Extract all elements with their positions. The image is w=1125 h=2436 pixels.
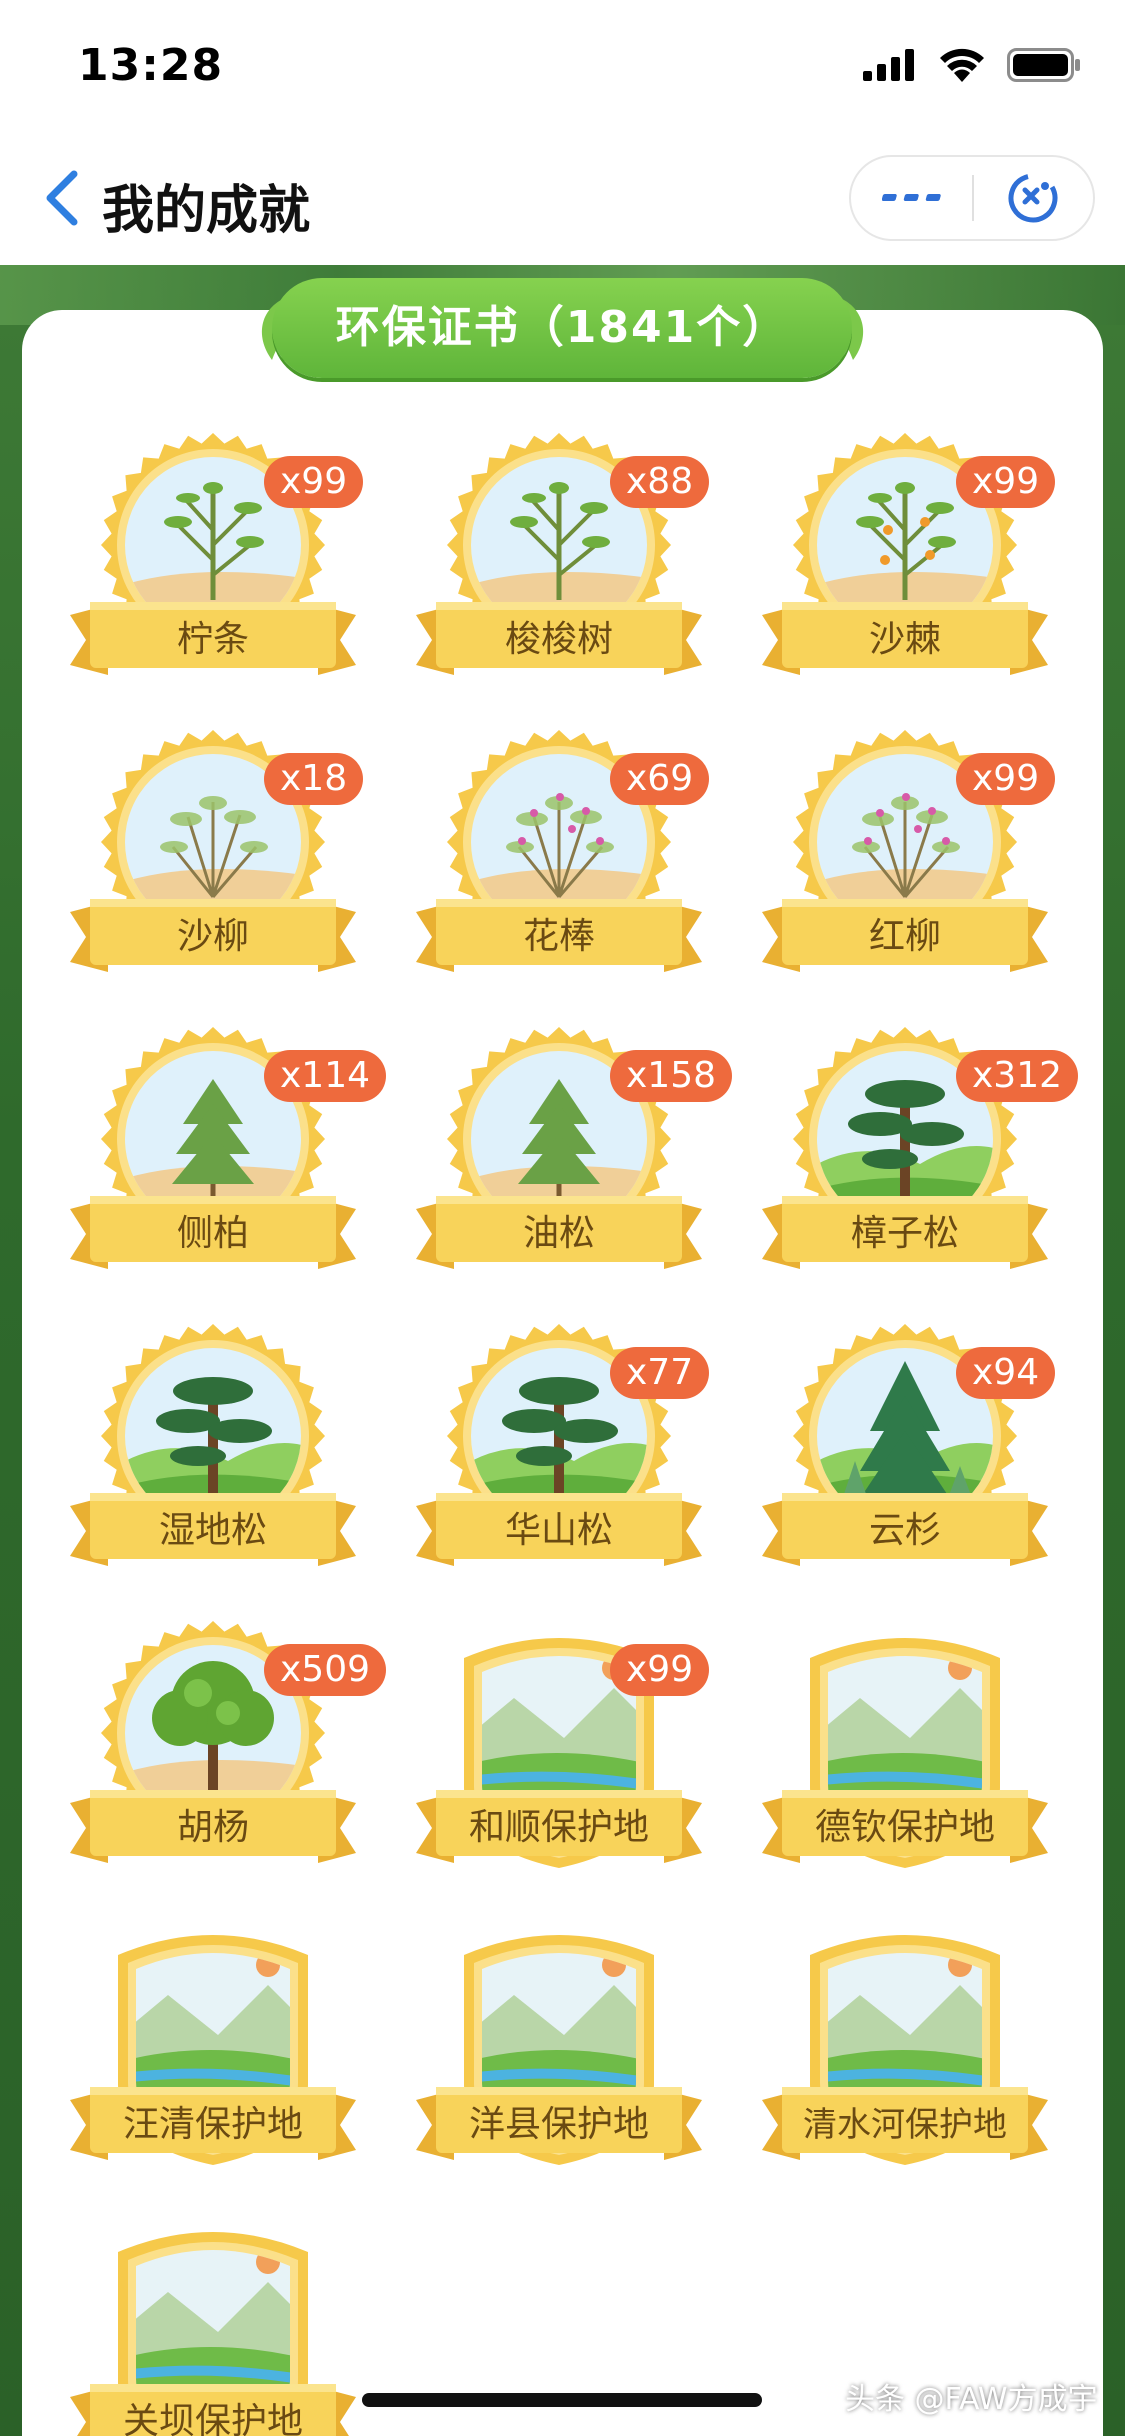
achievement-badge[interactable]: 云杉 x94 (760, 1321, 1056, 1581)
badge-name: 洋县保护地 (468, 2104, 649, 2145)
nav-bar: 我的成就 (0, 130, 1125, 265)
badge-name: 沙柳 (176, 916, 249, 957)
watermark: 头条 @FAW方成宇 (845, 2382, 1098, 2417)
achievement-badge[interactable]: 关坝保护地 (68, 2212, 358, 2436)
badge-name: 清水河保护地 (803, 2105, 1007, 2145)
back-arrow-icon[interactable] (38, 168, 88, 228)
achievement-badge[interactable]: 湿地松 (68, 1321, 358, 1581)
cellular-signal-icon (863, 49, 914, 81)
achievement-badge[interactable]: 油松 x158 (414, 1024, 733, 1284)
achievement-badge[interactable]: 梭梭树 x88 (414, 430, 710, 690)
badge-name: 和顺保护地 (468, 1807, 649, 1848)
banner-title: 环保证书（1841个） (335, 302, 789, 353)
achievement-badge[interactable]: 沙棘 x99 (760, 430, 1056, 690)
badge-count: x99 (956, 456, 1056, 508)
badge-name: 云杉 (868, 1510, 941, 1551)
badge-name: 油松 (522, 1213, 595, 1254)
badge-count: x312 (956, 1050, 1079, 1102)
badge-count: x99 (610, 1644, 710, 1696)
home-indicator (362, 2393, 762, 2407)
badge-count: x18 (264, 753, 364, 805)
achievement-badge[interactable]: 樟子松 x312 (760, 1024, 1079, 1284)
badge-name: 柠条 (176, 619, 249, 660)
badge-name: 花棒 (522, 916, 595, 957)
certificate-banner: 环保证书（1841个） (250, 278, 875, 378)
wifi-icon (940, 48, 984, 82)
badge-count: x99 (264, 456, 364, 508)
more-dots-icon (881, 194, 941, 201)
badge-name: 湿地松 (158, 1510, 267, 1551)
badge-count: x509 (264, 1644, 387, 1696)
achievement-badge[interactable]: 红柳 x99 (760, 727, 1056, 987)
achievement-badge[interactable]: 洋县保护地 (414, 1915, 704, 2175)
achievement-badge[interactable]: 胡杨 x509 (68, 1618, 387, 1878)
badge-name: 樟子松 (850, 1213, 959, 1254)
achievement-badge[interactable]: 侧柏 x114 (68, 1024, 387, 1284)
badge-name: 胡杨 (176, 1807, 249, 1848)
badge-count: x94 (956, 1347, 1056, 1399)
status-time: 13:28 (78, 40, 224, 91)
achievement-badge[interactable]: 柠条 x99 (68, 430, 364, 690)
status-icons (863, 48, 1081, 82)
close-target-icon (1008, 173, 1058, 223)
badge-count: x77 (610, 1347, 710, 1399)
badge-name: 侧柏 (176, 1213, 249, 1254)
status-bar: 13:28 (0, 0, 1125, 130)
page-title: 我的成就 (102, 181, 311, 241)
badge-name: 德钦保护地 (814, 1807, 995, 1848)
more-button[interactable] (851, 157, 972, 239)
badge-name: 关坝保护地 (122, 2401, 303, 2436)
achievement-badge[interactable]: 德钦保护地 (760, 1618, 1050, 1878)
achievement-badge[interactable]: 沙柳 x18 (68, 727, 364, 987)
achievement-badge[interactable]: 清水河保护地 (760, 1915, 1050, 2175)
achievement-badge[interactable]: 华山松 x77 (414, 1321, 710, 1581)
badge-count: x158 (610, 1050, 733, 1102)
mini-program-capsule (849, 155, 1095, 241)
badge-count: x114 (264, 1050, 387, 1102)
close-miniprogram-button[interactable] (974, 157, 1093, 239)
badge-name: 红柳 (868, 916, 941, 957)
achievement-badge[interactable]: 汪清保护地 (68, 1915, 358, 2175)
badge-name: 华山松 (504, 1510, 613, 1551)
badge-name: 汪清保护地 (122, 2104, 303, 2145)
badge-count: x69 (610, 753, 710, 805)
badge-count: x99 (956, 753, 1056, 805)
badge-name: 沙棘 (868, 619, 941, 660)
badge-count: x88 (610, 456, 710, 508)
battery-icon (1007, 48, 1080, 82)
badge-name: 梭梭树 (504, 619, 613, 660)
achievement-badge[interactable]: 花棒 x69 (414, 727, 710, 987)
achievement-badge[interactable]: 和顺保护地 x99 (414, 1618, 710, 1878)
